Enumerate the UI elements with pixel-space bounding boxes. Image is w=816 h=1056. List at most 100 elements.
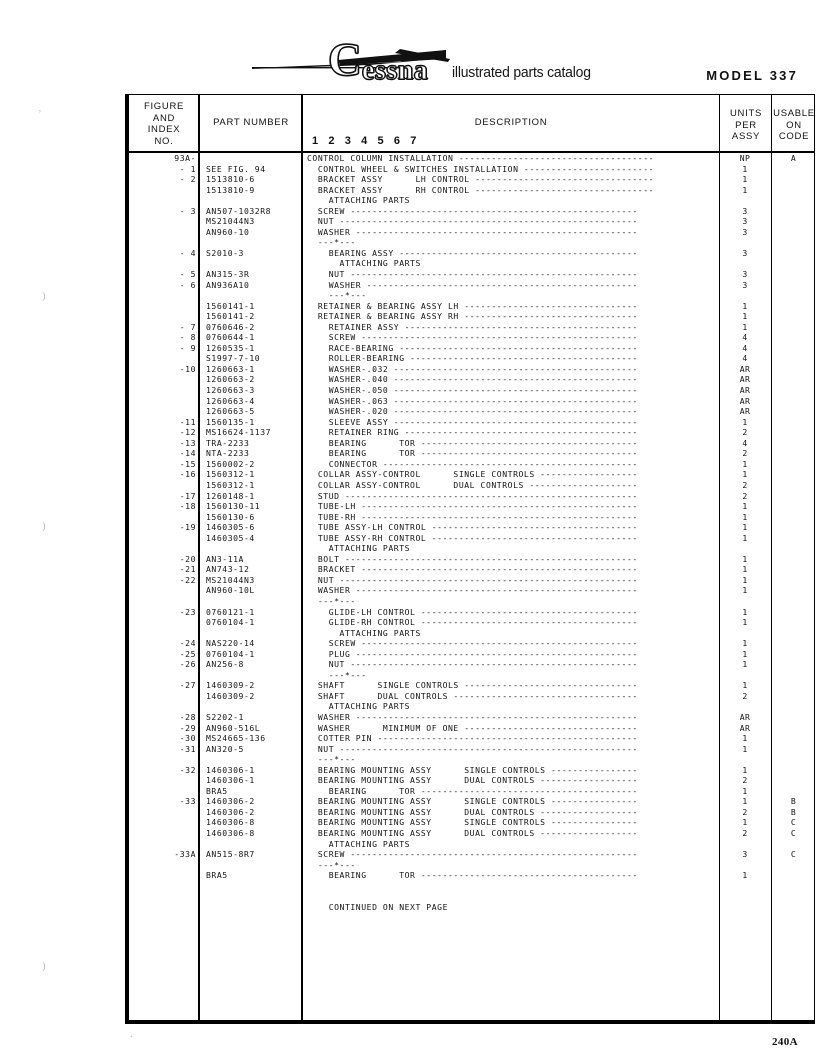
cell-units-per-assy: 1	[742, 300, 748, 311]
cell-part-number: 0760104-1	[206, 617, 255, 628]
scan-artifact: .	[130, 1028, 133, 1040]
cell-units-per-assy: 3	[742, 279, 748, 290]
cell-figure-index: - 7	[179, 321, 196, 332]
cell-units-per-assy: 1	[742, 553, 748, 564]
cell-description: ---*---	[307, 237, 356, 248]
cell-units-per-assy: 1	[742, 743, 748, 754]
cell-units-per-assy: 1	[742, 469, 748, 480]
cell-figure-index: -12	[179, 427, 196, 438]
cell-figure-index: - 4	[179, 247, 196, 258]
cell-description: NUT ------------------------------------…	[307, 216, 638, 227]
cell-part-number: AN320-5	[206, 743, 244, 754]
cell-figure-index: -14	[179, 448, 196, 459]
cell-description: RETAINER & BEARING ASSY RH -------------…	[307, 311, 638, 322]
cell-units-per-assy: 1	[742, 163, 748, 174]
cell-part-number: AN960-516L	[206, 722, 261, 733]
cell-units-per-assy: NP	[739, 153, 751, 163]
cell-part-number: 1460306-8	[206, 817, 255, 828]
cessna-logo-essna: essna	[361, 55, 429, 86]
cell-description: BOLT -----------------------------------…	[307, 553, 638, 564]
table-row: AN960-10 WASHER ------------------------…	[126, 227, 814, 238]
cell-figure-index: -28	[179, 711, 196, 722]
cell-description: STUD -----------------------------------…	[307, 490, 638, 501]
cell-units-per-assy: 2	[742, 448, 748, 459]
cell-part-number: TRA-2233	[206, 437, 250, 448]
table-row: ATTACHING PARTS	[126, 701, 814, 712]
cell-description: WASHER-.063 ----------------------------…	[307, 395, 638, 406]
cell-part-number: 1460306-1	[206, 764, 255, 775]
page-number: 240A	[771, 1036, 798, 1048]
cell-description: CONTROL WHEEL & SWITCHES INSTALLATION --…	[307, 163, 655, 174]
cell-part-number: 0760104-1	[206, 648, 255, 659]
header-figure-index: FIGURE AND INDEX NO.	[143, 101, 185, 147]
table-row: - 6 AN936A10 WASHER ---------------------…	[126, 280, 814, 291]
cell-part-number: MS21044N3	[206, 574, 255, 585]
cell-figure-index: -10	[179, 363, 196, 374]
parts-table: FIGURE AND INDEX NO. PART NUMBER DESCRIP…	[125, 94, 815, 1024]
cell-description: BEARING TOR ----------------------------…	[307, 437, 638, 448]
cell-figure-index: - 2	[179, 174, 196, 185]
table-row: -30 MS24665-136 COTTER PIN --------------…	[126, 733, 814, 744]
table-row: 1460306-2 BEARING MOUNTING ASSY DUAL CON…	[126, 807, 814, 818]
cell-figure-index: 93A-	[174, 153, 196, 163]
cell-units-per-assy: 3	[742, 849, 748, 860]
cell-figure-index: -32	[179, 764, 196, 775]
cell-units-per-assy: AR	[739, 363, 751, 374]
cell-usable-on-code: B	[790, 796, 797, 807]
cessna-logo-c: C	[327, 34, 362, 86]
cell-units-per-assy: 3	[742, 269, 748, 280]
cell-units-per-assy: 1	[742, 532, 748, 543]
table-row: -28 S2202-1 WASHER ----------------------…	[126, 712, 814, 723]
cell-units-per-assy: 1	[742, 311, 748, 322]
cell-units-per-assy: 4	[742, 342, 748, 353]
cell-description: ATTACHING PARTS	[307, 701, 411, 712]
cell-part-number: 1513810-9	[206, 184, 255, 195]
table-row: - 7 0760646-2 RETAINER ASSY -------------…	[126, 322, 814, 333]
header-part-number: PART NUMBER	[213, 117, 289, 128]
cell-figure-index: -23	[179, 606, 196, 617]
cell-part-number: 1260663-5	[206, 406, 255, 417]
cell-description: ---*---	[307, 859, 356, 870]
cell-units-per-assy: 2	[742, 427, 748, 438]
cell-part-number: 1260663-2	[206, 374, 255, 385]
cell-description: BEARING ASSY ---------------------------…	[307, 247, 638, 258]
table-row: -27 1460309-2 SHAFT SINGLE CONTROLS -----…	[126, 680, 814, 691]
table-row: -32 1460306-1 BEARING MOUNTING ASSY SINGL…	[126, 765, 814, 776]
table-row: ---*---	[126, 290, 814, 301]
cell-description: ---*---	[307, 595, 356, 606]
cell-units-per-assy: 1	[742, 659, 748, 670]
cell-description: ATTACHING PARTS	[307, 258, 421, 269]
cell-description: SCREW ----------------------------------…	[307, 638, 638, 649]
cell-figure-index: -27	[179, 680, 196, 691]
cell-figure-index: -25	[179, 648, 196, 659]
catalog-tagline: illustrated parts catalog	[452, 64, 591, 81]
cell-description: SCREW ----------------------------------…	[307, 332, 638, 343]
cell-description: COTTER PIN -----------------------------…	[307, 733, 638, 744]
cell-units-per-assy: 1	[742, 606, 748, 617]
cell-part-number: NTA-2233	[206, 448, 250, 459]
table-row: -24 NAS220-14 SCREW ---------------------…	[126, 638, 814, 649]
table-row: -21 AN743-12 BRACKET --------------------…	[126, 564, 814, 575]
cell-units-per-assy: 4	[742, 353, 748, 364]
cell-units-per-assy: 1	[742, 617, 748, 628]
cell-description: TUBE ASSY-LH CONTROL -------------------…	[307, 522, 638, 533]
cell-units-per-assy: 3	[742, 226, 748, 237]
cell-description: TUBE-RH --------------------------------…	[307, 511, 638, 522]
cell-units-per-assy: 1	[742, 817, 748, 828]
cell-part-number: 1560130-11	[206, 501, 261, 512]
header-units-per-assy: UNITS PER ASSY	[730, 108, 762, 142]
cell-part-number: AN515-8R7	[206, 849, 255, 860]
table-row: -20 AN3-11A BOLT ------------------------…	[126, 554, 814, 565]
table-row: ATTACHING PARTS	[126, 839, 814, 850]
cell-figure-index: - 8	[179, 332, 196, 343]
scan-artifact: ʼ	[38, 108, 42, 120]
cell-units-per-assy: 1	[742, 764, 748, 775]
cell-part-number: 1460309-2	[206, 690, 255, 701]
cell-description: RETAINER ASSY --------------------------…	[307, 321, 638, 332]
cell-description: WASHER ---------------------------------…	[307, 226, 638, 237]
cell-part-number: BRA5	[206, 870, 228, 881]
table-row: -33A AN515-8R7 SCREW --------------------…	[126, 849, 814, 860]
cell-part-number: 1560141-2	[206, 311, 255, 322]
cell-description: BEARING MOUNTING ASSY SINGLE CONTROLS --…	[307, 817, 638, 828]
table-row: -33 1460306-2 BEARING MOUNTING ASSY SINGL…	[126, 796, 814, 807]
